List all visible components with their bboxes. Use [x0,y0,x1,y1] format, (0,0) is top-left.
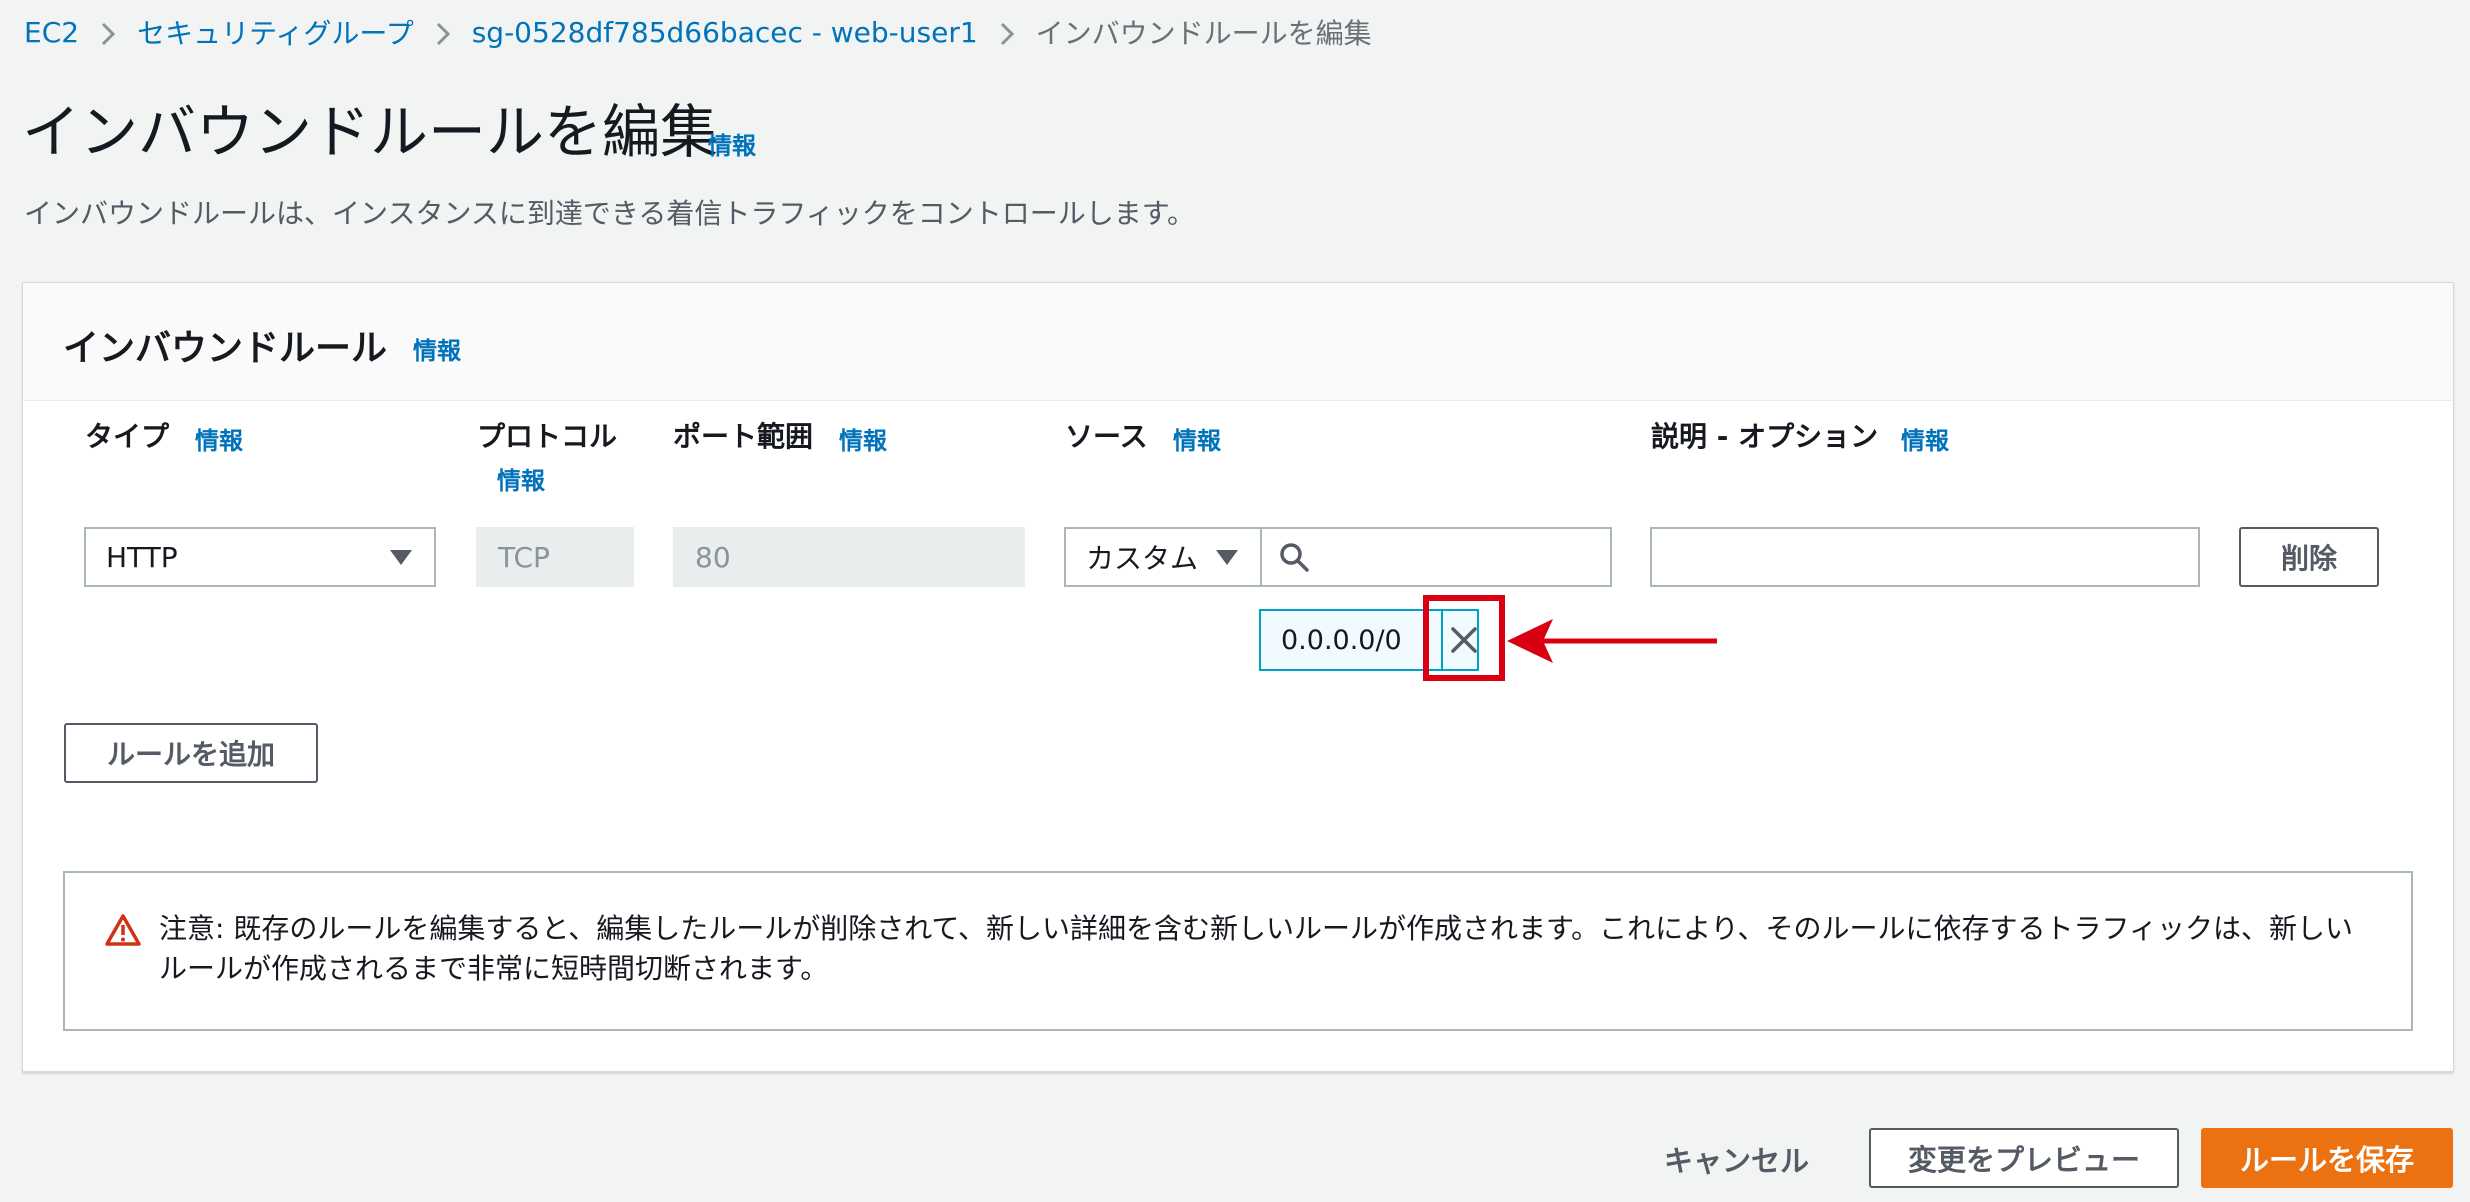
cancel-button[interactable]: キャンセル [1664,1138,1809,1180]
page-info-link[interactable]: 情報 [708,126,756,161]
type-info-link[interactable]: 情報 [195,421,243,456]
port-range-value: 80 [695,540,731,574]
protocol-info-link[interactable]: 情報 [497,461,545,496]
warning-alert: 注意: 既存のルールを編集すると、編集したルールが削除されて、新しい詳細を含む新… [63,871,2413,1031]
panel-title: インバウンドルール [63,328,388,369]
page-description: インバウンドルールは、インスタンスに到達できる着信トラフィックをコントロールしま… [24,197,1195,230]
breadcrumb-security-groups[interactable]: セキュリティグループ [137,12,414,52]
annotation-arrow [1501,613,1721,667]
column-label-type: タイプ [85,420,170,453]
source-info-link[interactable]: 情報 [1173,421,1221,456]
inbound-rules-panel: インバウンドルール 情報 タイプ 情報 プロトコル 情報 ポート範囲 情報 ソー… [22,282,2454,1072]
source-type-value: カスタム [1086,542,1199,575]
description-info-link[interactable]: 情報 [1901,421,1949,456]
save-rules-button[interactable]: ルールを保存 [2201,1128,2453,1188]
panel-info-link[interactable]: 情報 [413,331,461,366]
description-input[interactable] [1650,527,2200,587]
delete-rule-button[interactable]: 削除 [2239,527,2379,587]
preview-changes-button[interactable]: 変更をプレビュー [1869,1128,2179,1188]
type-select-value: HTTP [106,540,178,574]
port-range-info-link[interactable]: 情報 [839,421,887,456]
protocol-field: TCP [476,527,634,587]
column-label-port-range: ポート範囲 [673,420,814,453]
column-label-source: ソース [1065,420,1148,453]
cidr-token-label: 0.0.0.0/0 [1281,624,1402,656]
caret-down-icon [1216,550,1238,565]
type-select[interactable]: HTTP [84,527,436,587]
caret-down-icon [390,550,412,565]
column-label-description: 説明 - オプション [1651,420,1879,453]
warning-text: 注意: 既存のルールを編集すると、編集したルールが削除されて、新しい詳細を含む新… [159,912,2353,985]
breadcrumb: EC2 セキュリティグループ sg-0528df785d66bacec - we… [24,10,1372,54]
port-range-field: 80 [673,527,1025,587]
search-icon [1278,541,1312,579]
breadcrumb-security-group-id[interactable]: sg-0528df785d66bacec - web-user1 [472,16,978,49]
warning-icon [105,913,141,951]
add-rule-button[interactable]: ルールを追加 [64,723,318,783]
source-search-input[interactable] [1260,527,1612,587]
panel-header: インバウンドルール 情報 [23,283,2453,401]
page-title: インバウンドルールを編集 [22,98,719,166]
column-label-protocol: プロトコル [477,420,618,453]
source-type-select[interactable]: カスタム [1064,527,1262,587]
breadcrumb-ec2[interactable]: EC2 [24,16,79,49]
chevron-right-icon [978,16,1036,49]
breadcrumb-current: インバウンドルールを編集 [1035,17,1372,50]
chevron-right-icon [414,16,472,49]
annotation-highlight-box [1423,595,1505,681]
chevron-right-icon [79,16,137,49]
protocol-value: TCP [498,540,550,574]
